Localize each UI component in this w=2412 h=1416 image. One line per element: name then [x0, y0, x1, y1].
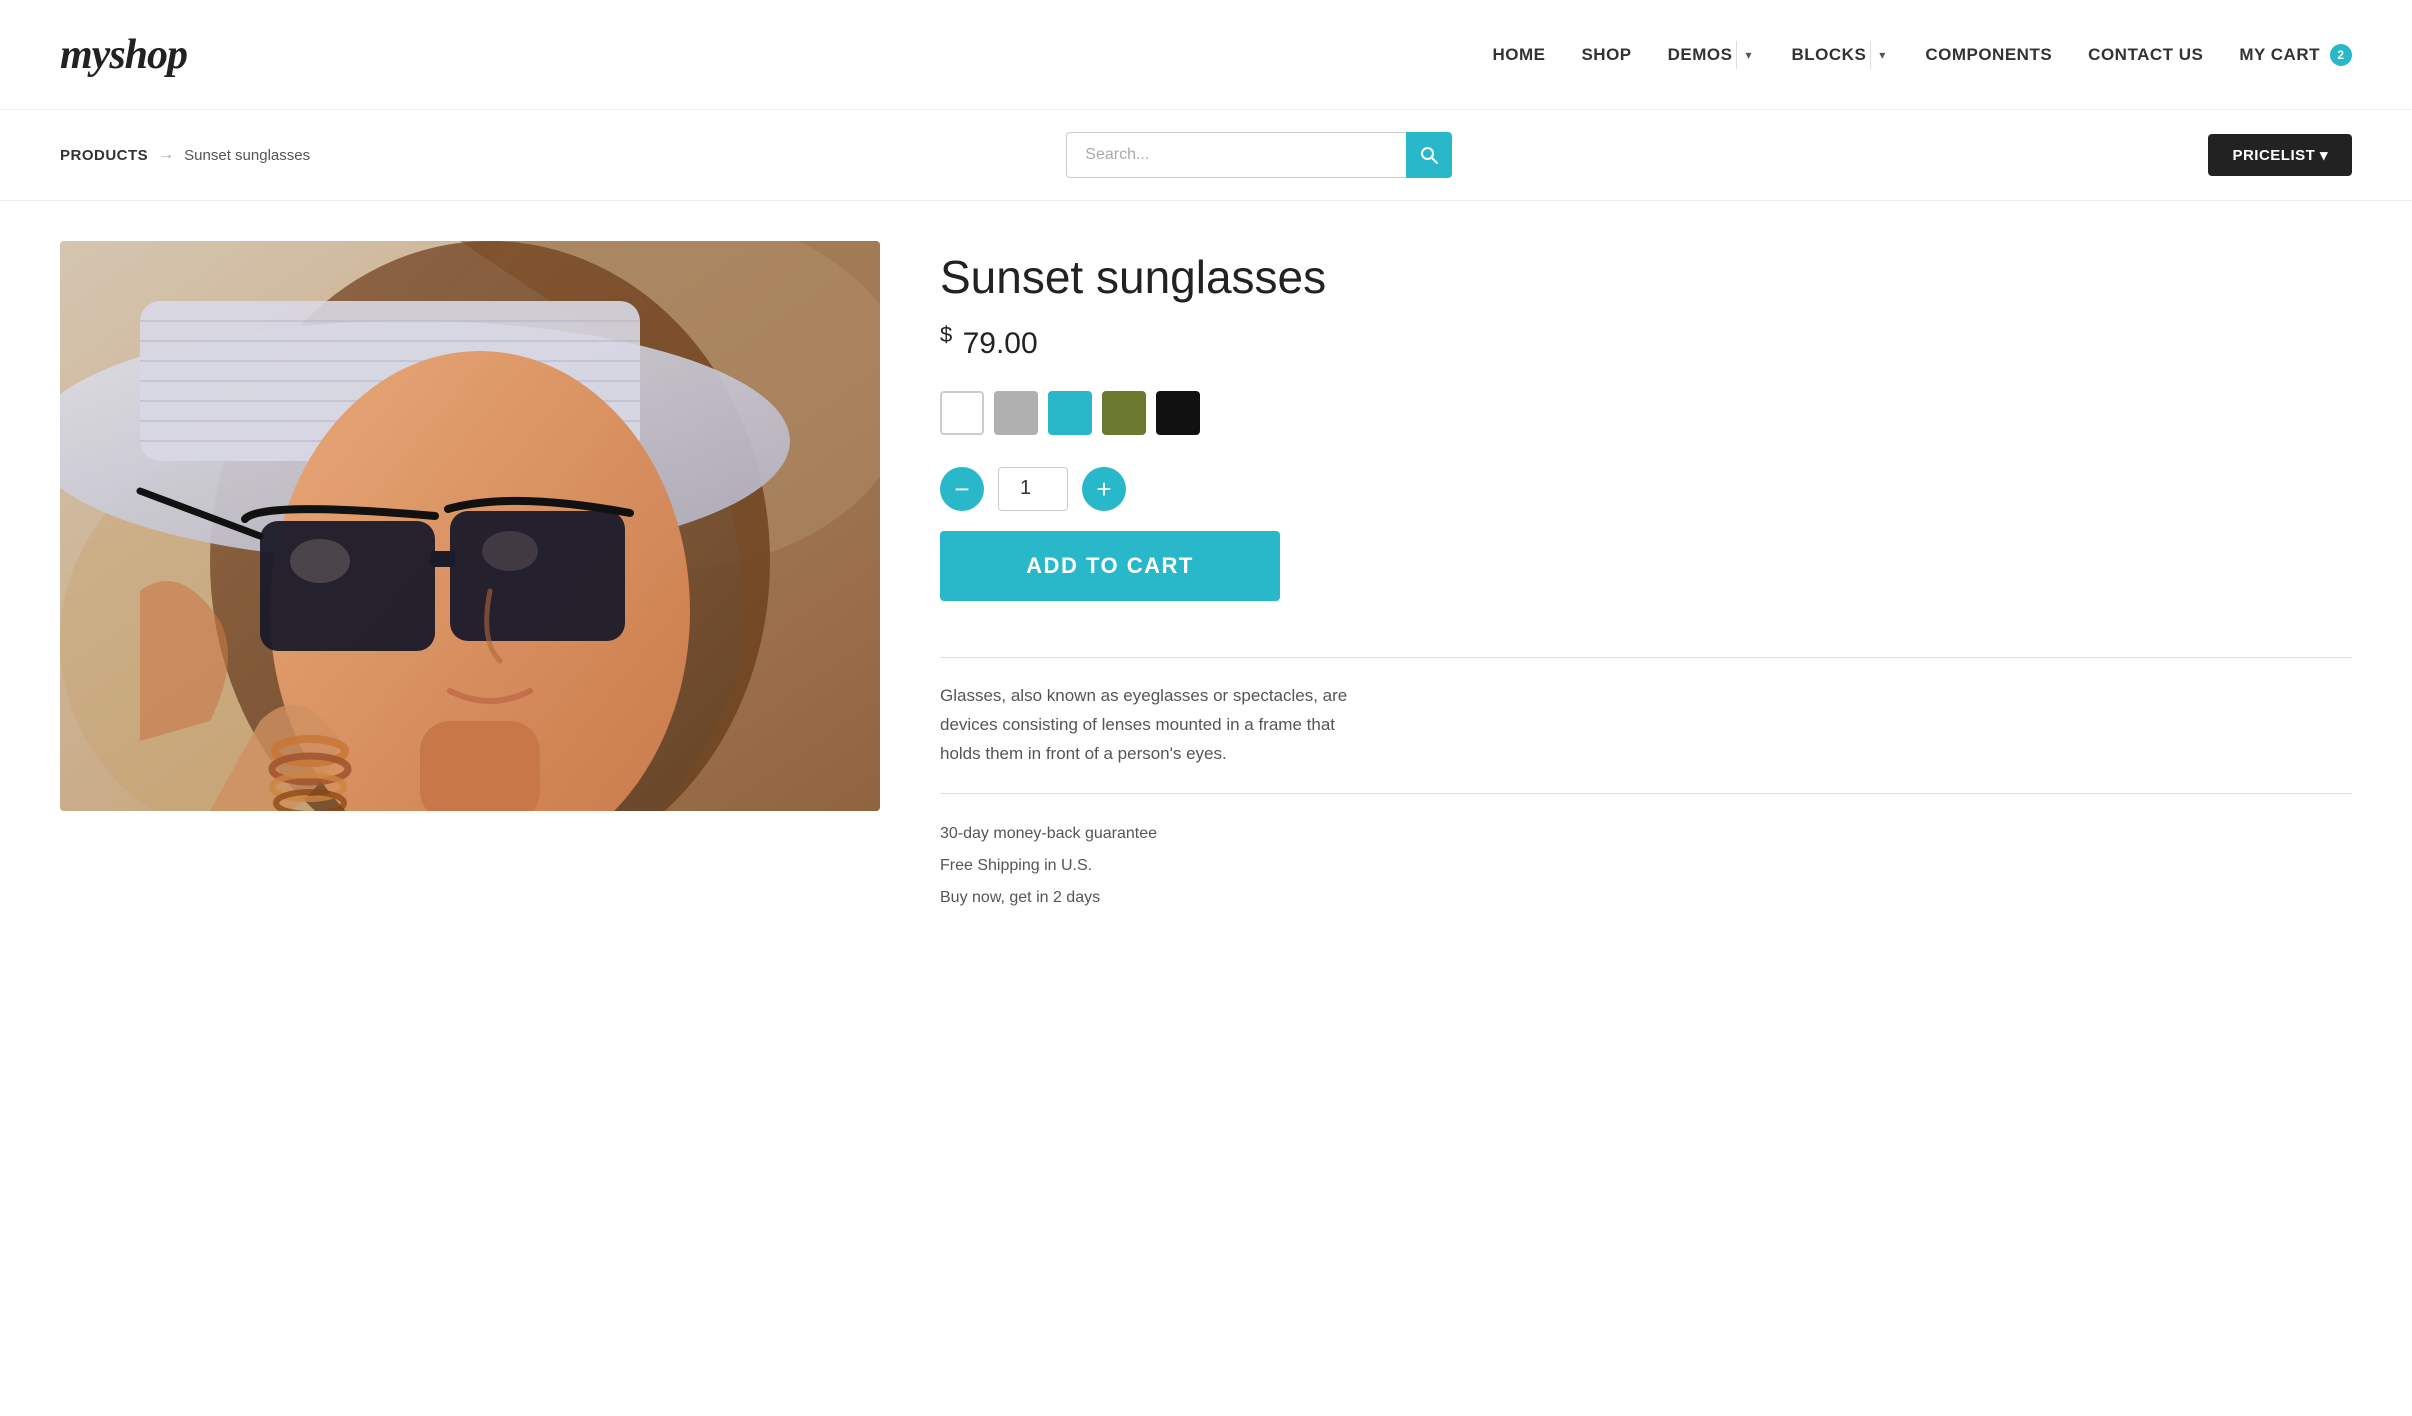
nav-demos[interactable]: DEMOS — [1668, 45, 1733, 65]
nav-cart-label: MY CART — [2239, 45, 2320, 65]
nav-shop[interactable]: SHOP — [1581, 45, 1631, 65]
logo[interactable]: myshop — [60, 31, 187, 79]
feature-3: Buy now, get in 2 days — [940, 882, 2352, 914]
swatch-teal[interactable] — [1048, 391, 1092, 435]
nav-blocks-group: BLOCKS ▾ — [1792, 41, 1890, 69]
add-to-cart-button[interactable]: ADD TO CART — [940, 531, 1280, 601]
product-image-wrap — [60, 241, 880, 811]
nav-demos-group: DEMOS ▾ — [1668, 41, 1756, 69]
header: myshop HOME SHOP DEMOS ▾ BLOCKS ▾ COMPON… — [0, 0, 2412, 110]
swatch-gray[interactable] — [994, 391, 1038, 435]
breadcrumb: PRODUCTS → Sunset sunglasses — [60, 146, 310, 164]
nav-home[interactable]: HOME — [1492, 45, 1545, 65]
divider-1 — [940, 657, 2352, 658]
search-button[interactable] — [1406, 132, 1452, 178]
product-description: Glasses, also known as eyeglasses or spe… — [940, 682, 1360, 769]
feature-2: Free Shipping in U.S. — [940, 850, 2352, 882]
nav-cart[interactable]: MY CART 2 — [2239, 44, 2352, 66]
swatch-white[interactable] — [940, 391, 984, 435]
price-value: 79.00 — [963, 327, 1038, 360]
cart-badge: 2 — [2330, 44, 2352, 66]
sub-header: PRODUCTS → Sunset sunglasses PRICELIST ▾ — [0, 110, 2412, 201]
breadcrumb-arrow-icon: → — [158, 146, 174, 164]
breadcrumb-current: Sunset sunglasses — [184, 147, 310, 164]
quantity-row: − + — [940, 467, 2352, 511]
breadcrumb-products[interactable]: PRODUCTS — [60, 147, 148, 164]
product-image — [60, 241, 880, 811]
nav-blocks[interactable]: BLOCKS — [1792, 45, 1867, 65]
product-details: Sunset sunglasses $ 79.00 − + ADD TO CAR… — [940, 241, 2352, 914]
product-title: Sunset sunglasses — [940, 251, 2352, 304]
swatch-black[interactable] — [1156, 391, 1200, 435]
price-symbol: $ — [940, 322, 952, 347]
search-icon — [1419, 145, 1439, 165]
nav-demos-arrow-icon[interactable]: ▾ — [1741, 48, 1755, 62]
logo-my: my — [60, 32, 109, 78]
nav-components[interactable]: COMPONENTS — [1925, 45, 2052, 65]
main-content: Sunset sunglasses $ 79.00 − + ADD TO CAR… — [0, 201, 2412, 954]
search-input[interactable] — [1066, 132, 1406, 178]
search-group — [1066, 132, 1452, 178]
feature-1: 30-day money-back guarantee — [940, 818, 2352, 850]
divider-2 — [940, 793, 2352, 794]
logo-shop: shop — [109, 32, 187, 78]
quantity-decrease-button[interactable]: − — [940, 467, 984, 511]
nav-blocks-arrow-icon[interactable]: ▾ — [1875, 48, 1889, 62]
pricelist-button[interactable]: PRICELIST ▾ — [2208, 134, 2352, 176]
nav-blocks-sep — [1870, 41, 1871, 69]
main-nav: HOME SHOP DEMOS ▾ BLOCKS ▾ COMPONENTS CO… — [1492, 41, 2352, 69]
color-swatches — [940, 391, 2352, 435]
product-features: 30-day money-back guarantee Free Shippin… — [940, 818, 2352, 914]
nav-contact[interactable]: CONTACT US — [2088, 45, 2203, 65]
swatch-olive[interactable] — [1102, 391, 1146, 435]
product-price: $ 79.00 — [940, 322, 2352, 361]
nav-demos-sep — [1736, 41, 1737, 69]
quantity-input[interactable] — [998, 467, 1068, 511]
quantity-increase-button[interactable]: + — [1082, 467, 1126, 511]
